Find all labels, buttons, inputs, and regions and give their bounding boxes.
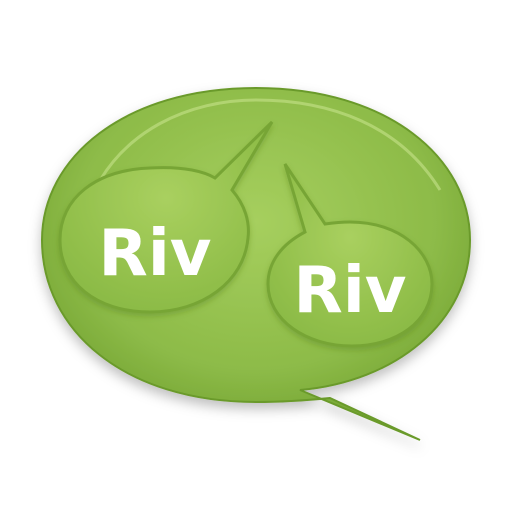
right-bubble-label: Riv — [294, 254, 407, 328]
left-bubble-label: Riv — [99, 217, 212, 291]
app-icon: Riv Riv — [40, 86, 472, 441]
